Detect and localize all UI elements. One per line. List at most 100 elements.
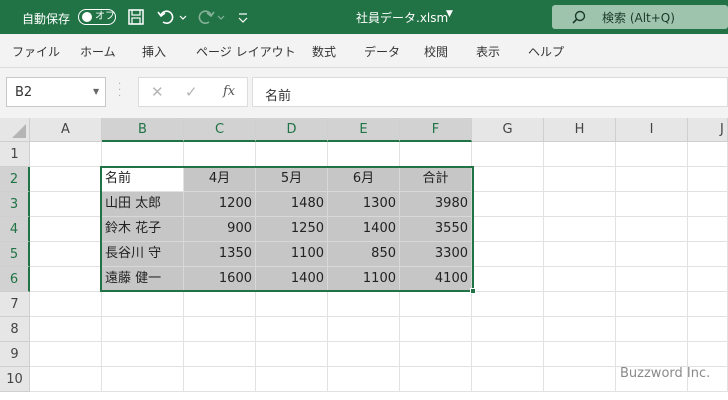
table-cell[interactable]: 900 xyxy=(184,217,256,242)
empty-cell[interactable] xyxy=(30,192,102,217)
empty-cell[interactable] xyxy=(688,292,728,317)
empty-cell[interactable] xyxy=(400,367,472,392)
empty-cell[interactable] xyxy=(616,342,688,367)
empty-cell[interactable] xyxy=(472,292,544,317)
empty-cell[interactable] xyxy=(688,317,728,342)
empty-cell[interactable] xyxy=(30,267,102,292)
empty-cell[interactable] xyxy=(400,142,472,167)
empty-cell[interactable] xyxy=(616,267,688,292)
table-cell[interactable]: 1100 xyxy=(328,267,400,292)
select-all-button[interactable] xyxy=(0,118,30,142)
row-header[interactable]: 9 xyxy=(0,342,30,367)
empty-cell[interactable] xyxy=(30,317,102,342)
row-header[interactable]: 7 xyxy=(0,292,30,317)
empty-cell[interactable] xyxy=(616,142,688,167)
name-box-chevron-down-icon[interactable]: ▼ xyxy=(93,87,99,96)
empty-cell[interactable] xyxy=(184,292,256,317)
empty-cell[interactable] xyxy=(472,217,544,242)
tab-review[interactable]: 校閲 xyxy=(424,43,448,60)
empty-cell[interactable] xyxy=(472,142,544,167)
table-cell[interactable]: 1100 xyxy=(256,242,328,267)
empty-cell[interactable] xyxy=(400,342,472,367)
empty-cell[interactable] xyxy=(544,267,616,292)
empty-cell[interactable] xyxy=(102,317,184,342)
empty-cell[interactable] xyxy=(328,292,400,317)
empty-cell[interactable] xyxy=(184,317,256,342)
empty-cell[interactable] xyxy=(616,242,688,267)
empty-cell[interactable] xyxy=(472,317,544,342)
empty-cell[interactable] xyxy=(400,292,472,317)
tab-insert[interactable]: 挿入 xyxy=(142,43,166,60)
column-header[interactable]: A xyxy=(30,118,102,142)
empty-cell[interactable] xyxy=(184,367,256,392)
column-header[interactable]: H xyxy=(544,118,616,142)
empty-cell[interactable] xyxy=(184,342,256,367)
empty-cell[interactable] xyxy=(616,167,688,192)
enter-check-icon[interactable]: ✓ xyxy=(185,83,198,101)
empty-cell[interactable] xyxy=(472,167,544,192)
empty-cell[interactable] xyxy=(544,292,616,317)
redo-dropdown-icon[interactable] xyxy=(216,7,236,27)
empty-cell[interactable] xyxy=(400,317,472,342)
empty-cell[interactable] xyxy=(616,292,688,317)
table-cell[interactable]: 3300 xyxy=(400,242,472,267)
empty-cell[interactable] xyxy=(544,367,616,392)
column-header[interactable]: G xyxy=(472,118,544,142)
empty-cell[interactable] xyxy=(328,142,400,167)
customize-toolbar-icon[interactable] xyxy=(236,7,256,27)
tab-page-layout[interactable]: ページ レイアウト xyxy=(196,43,296,60)
row-header[interactable]: 2 xyxy=(0,167,30,192)
table-header-cell[interactable]: 4月 xyxy=(184,167,256,192)
empty-cell[interactable] xyxy=(256,142,328,167)
column-header[interactable]: I xyxy=(616,118,688,142)
column-header[interactable]: E xyxy=(328,118,400,142)
table-cell[interactable]: 1400 xyxy=(328,217,400,242)
empty-cell[interactable] xyxy=(616,192,688,217)
tab-help[interactable]: ヘルプ xyxy=(528,43,564,60)
empty-cell[interactable] xyxy=(30,167,102,192)
empty-cell[interactable] xyxy=(30,217,102,242)
column-header[interactable]: J xyxy=(688,118,728,142)
empty-cell[interactable] xyxy=(102,142,184,167)
empty-cell[interactable] xyxy=(544,242,616,267)
table-cell[interactable]: 1250 xyxy=(256,217,328,242)
column-header[interactable]: F xyxy=(400,118,472,142)
empty-cell[interactable] xyxy=(102,342,184,367)
redo-icon[interactable] xyxy=(196,7,216,27)
formula-input[interactable]: 名前 xyxy=(252,77,728,107)
empty-cell[interactable] xyxy=(30,142,102,167)
table-cell[interactable]: 1600 xyxy=(184,267,256,292)
empty-cell[interactable] xyxy=(30,292,102,317)
column-header[interactable]: C xyxy=(184,118,256,142)
table-cell[interactable]: 3550 xyxy=(400,217,472,242)
tab-file[interactable]: ファイル xyxy=(12,43,60,60)
empty-cell[interactable] xyxy=(102,367,184,392)
empty-cell[interactable] xyxy=(544,317,616,342)
empty-cell[interactable] xyxy=(544,217,616,242)
empty-cell[interactable] xyxy=(472,192,544,217)
empty-cell[interactable] xyxy=(472,342,544,367)
empty-cell[interactable] xyxy=(688,242,728,267)
row-header[interactable]: 8 xyxy=(0,317,30,342)
empty-cell[interactable] xyxy=(688,142,728,167)
empty-cell[interactable] xyxy=(102,292,184,317)
empty-cell[interactable] xyxy=(30,242,102,267)
table-cell[interactable]: 1300 xyxy=(328,192,400,217)
formula-bar-grip-icon[interactable]: · · · xyxy=(118,80,121,102)
table-header-cell[interactable]: 合計 xyxy=(400,167,472,192)
undo-icon[interactable] xyxy=(156,7,176,27)
empty-cell[interactable] xyxy=(616,317,688,342)
empty-cell[interactable] xyxy=(544,342,616,367)
undo-dropdown-icon[interactable] xyxy=(178,7,198,27)
empty-cell[interactable] xyxy=(544,142,616,167)
empty-cell[interactable] xyxy=(472,242,544,267)
empty-cell[interactable] xyxy=(184,142,256,167)
name-box[interactable]: B2 ▼ xyxy=(6,77,106,107)
column-header[interactable]: D xyxy=(256,118,328,142)
empty-cell[interactable] xyxy=(30,342,102,367)
table-cell[interactable]: 1200 xyxy=(184,192,256,217)
tab-formulas[interactable]: 数式 xyxy=(312,43,336,60)
table-cell[interactable]: 1350 xyxy=(184,242,256,267)
table-cell[interactable]: 1480 xyxy=(256,192,328,217)
table-cell[interactable]: 850 xyxy=(328,242,400,267)
